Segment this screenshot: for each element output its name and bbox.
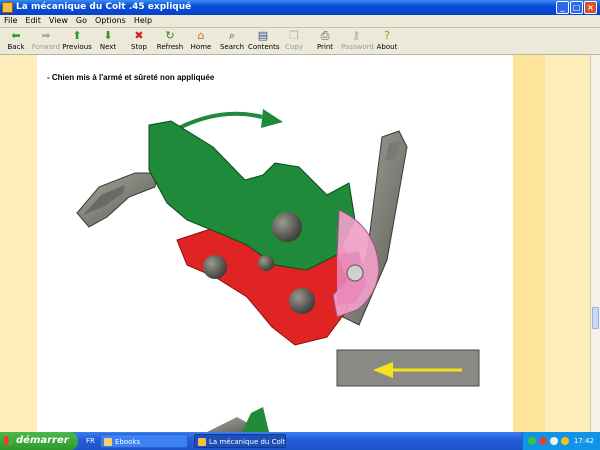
task-colt-help[interactable]: La mécanique du Colt...	[194, 434, 286, 448]
hammer-pin	[272, 212, 302, 242]
page-margin-stripe	[513, 55, 545, 432]
forward-button[interactable]: ➡ Forward	[31, 30, 61, 54]
print-button[interactable]: ⎙ Print	[310, 30, 340, 54]
menu-view[interactable]: View	[49, 16, 68, 25]
menu-help[interactable]: Help	[134, 16, 152, 25]
rotation-arrow	[178, 111, 263, 130]
copy-button[interactable]: ❐ Copy	[279, 30, 309, 54]
folder-icon	[104, 438, 112, 446]
hammer-spur	[76, 172, 158, 228]
home-icon: ⌂	[197, 29, 205, 42]
stop-button[interactable]: ✖ Stop	[124, 30, 154, 54]
volume-icon[interactable]	[550, 437, 558, 445]
contents-button[interactable]: ▤ Contents	[248, 29, 280, 54]
rotation-arrow-head	[261, 109, 283, 128]
menu-edit[interactable]: Edit	[25, 16, 41, 25]
about-icon: ?	[384, 29, 390, 42]
minimize-button[interactable]: _	[556, 1, 569, 14]
title-bar: La mécanique du Colt .45 expliqué _ □ ×	[0, 0, 600, 15]
tray-app-icon[interactable]	[561, 437, 569, 445]
close-button[interactable]: ×	[584, 1, 597, 14]
previous-button[interactable]: ⬆ Previous	[62, 30, 92, 54]
clock: 17:42	[573, 437, 594, 445]
refresh-button[interactable]: ↻ Refresh	[155, 30, 185, 54]
maximize-button[interactable]: □	[570, 1, 583, 14]
windows-logo-icon	[4, 436, 13, 445]
sear-pin	[203, 255, 227, 279]
scroll-thumb[interactable]	[592, 307, 599, 329]
mechanism-illustration	[76, 109, 480, 432]
down-arrow-icon: ⬇	[103, 29, 113, 42]
back-arrow-icon: ⬅	[11, 29, 21, 42]
back-button[interactable]: ⬅ Back	[1, 30, 31, 54]
forward-arrow-icon: ➡	[41, 29, 51, 42]
menu-go[interactable]: Go	[76, 16, 87, 25]
help-window-icon	[198, 438, 206, 446]
safety-pin	[346, 264, 364, 282]
toolbar: ⬅ Back ➡ Forward ⬆ Previous ⬇ Next ✖ Stop ↻ Re…	[0, 28, 600, 55]
taskbar: démarrer FR Ebooks La mécanique du Colt.…	[0, 432, 600, 450]
next-figure-green	[242, 407, 269, 432]
copy-icon: ❐	[289, 29, 299, 42]
network-icon[interactable]	[528, 437, 536, 445]
security-icon[interactable]	[539, 437, 547, 445]
task-ebooks[interactable]: Ebooks	[100, 434, 188, 448]
language-indicator[interactable]: FR	[86, 432, 95, 450]
search-icon: ⌕	[228, 29, 236, 42]
menu-file[interactable]: File	[4, 16, 17, 25]
menu-bar: File Edit View Go Options Help	[0, 15, 600, 28]
stop-icon: ✖	[134, 29, 144, 42]
disconnector-pin	[289, 288, 315, 314]
system-tray: 17:42	[522, 432, 600, 450]
key-icon: ⚷	[351, 29, 361, 42]
app-icon	[2, 2, 13, 13]
up-arrow-icon: ⬆	[72, 29, 82, 42]
start-button[interactable]: démarrer	[0, 432, 78, 450]
small-pin	[258, 255, 274, 271]
search-button[interactable]: ⌕ Search	[217, 30, 247, 54]
about-button[interactable]: ? About	[372, 30, 402, 54]
content-area: - Chien mis à l'armé et sûreté non appli…	[0, 55, 590, 432]
document-page: - Chien mis à l'armé et sûreté non appli…	[37, 55, 513, 432]
menu-options[interactable]: Options	[95, 16, 126, 25]
vertical-scrollbar[interactable]	[590, 55, 600, 432]
password-button[interactable]: ⚷ Password	[341, 29, 374, 54]
next-button[interactable]: ⬇ Next	[93, 30, 123, 54]
print-icon: ⎙	[320, 29, 330, 42]
window-title: La mécanique du Colt .45 expliqué	[16, 2, 192, 12]
refresh-icon: ↻	[165, 29, 175, 42]
home-button[interactable]: ⌂ Home	[186, 30, 216, 54]
trigger-bar	[336, 349, 480, 387]
contents-icon: ▤	[257, 29, 269, 42]
